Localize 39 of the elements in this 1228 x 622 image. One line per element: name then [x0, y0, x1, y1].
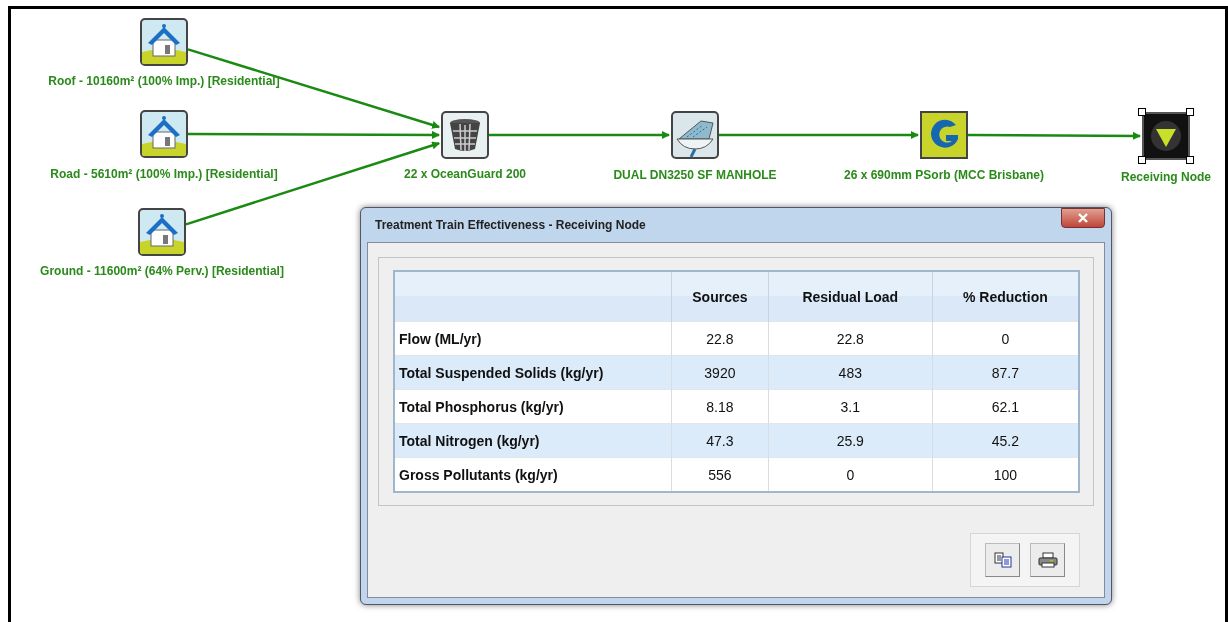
node-icon[interactable] — [441, 111, 489, 159]
node-icon[interactable] — [140, 18, 188, 66]
node-label: Ground - 11600m² (64% Perv.) [Residential] — [40, 264, 284, 278]
dialog-title: Treatment Train Effectiveness - Receiving Node — [374, 218, 646, 232]
node-icon[interactable] — [138, 208, 186, 256]
column-header: % Reduction — [963, 289, 1048, 305]
node-icon[interactable] — [920, 111, 968, 159]
table-cell: 87.7 — [932, 355, 1079, 390]
table-cell: 25.9 — [768, 423, 933, 458]
node-icon[interactable] — [140, 110, 188, 158]
node-label: Receiving Node — [1121, 170, 1211, 184]
close-icon — [1077, 213, 1089, 223]
column-header: Sources — [692, 289, 748, 305]
row-label: Total Suspended Solids (kg/yr) — [394, 355, 672, 390]
node-icon[interactable] — [671, 111, 719, 159]
table-cell: 0 — [768, 457, 933, 492]
node-label: Roof - 10160m² (100% Imp.) [Residential] — [48, 74, 280, 88]
copy-icon — [993, 552, 1012, 568]
selection-handle[interactable] — [1138, 156, 1146, 164]
selection-handle[interactable] — [1186, 156, 1194, 164]
node-label: DUAL DN3250 SF MANHOLE — [613, 168, 777, 182]
selection-handle[interactable] — [1186, 108, 1194, 116]
printer-icon — [1037, 552, 1058, 568]
table-cell: 45.2 — [932, 423, 1079, 458]
close-button[interactable] — [1061, 208, 1105, 228]
table-cell: 47.3 — [671, 423, 769, 458]
table-cell: 3920 — [671, 355, 769, 390]
copy-button[interactable] — [985, 543, 1020, 577]
selection-handle[interactable] — [1138, 108, 1146, 116]
table-cell: 100 — [932, 457, 1079, 492]
column-header: Residual Load — [802, 289, 899, 305]
node-label: Road - 5610m² (100% Imp.) [Residential] — [50, 167, 278, 181]
table-cell: 483 — [768, 355, 933, 390]
node-label: 26 x 690mm PSorb (MCC Brisbane) — [843, 168, 1045, 182]
print-button[interactable] — [1030, 543, 1065, 577]
table-cell: 556 — [671, 457, 769, 492]
row-label: Gross Pollutants (kg/yr) — [394, 457, 672, 492]
node-label: 22 x OceanGuard 200 — [403, 167, 527, 181]
row-label: Total Nitrogen (kg/yr) — [394, 423, 672, 458]
